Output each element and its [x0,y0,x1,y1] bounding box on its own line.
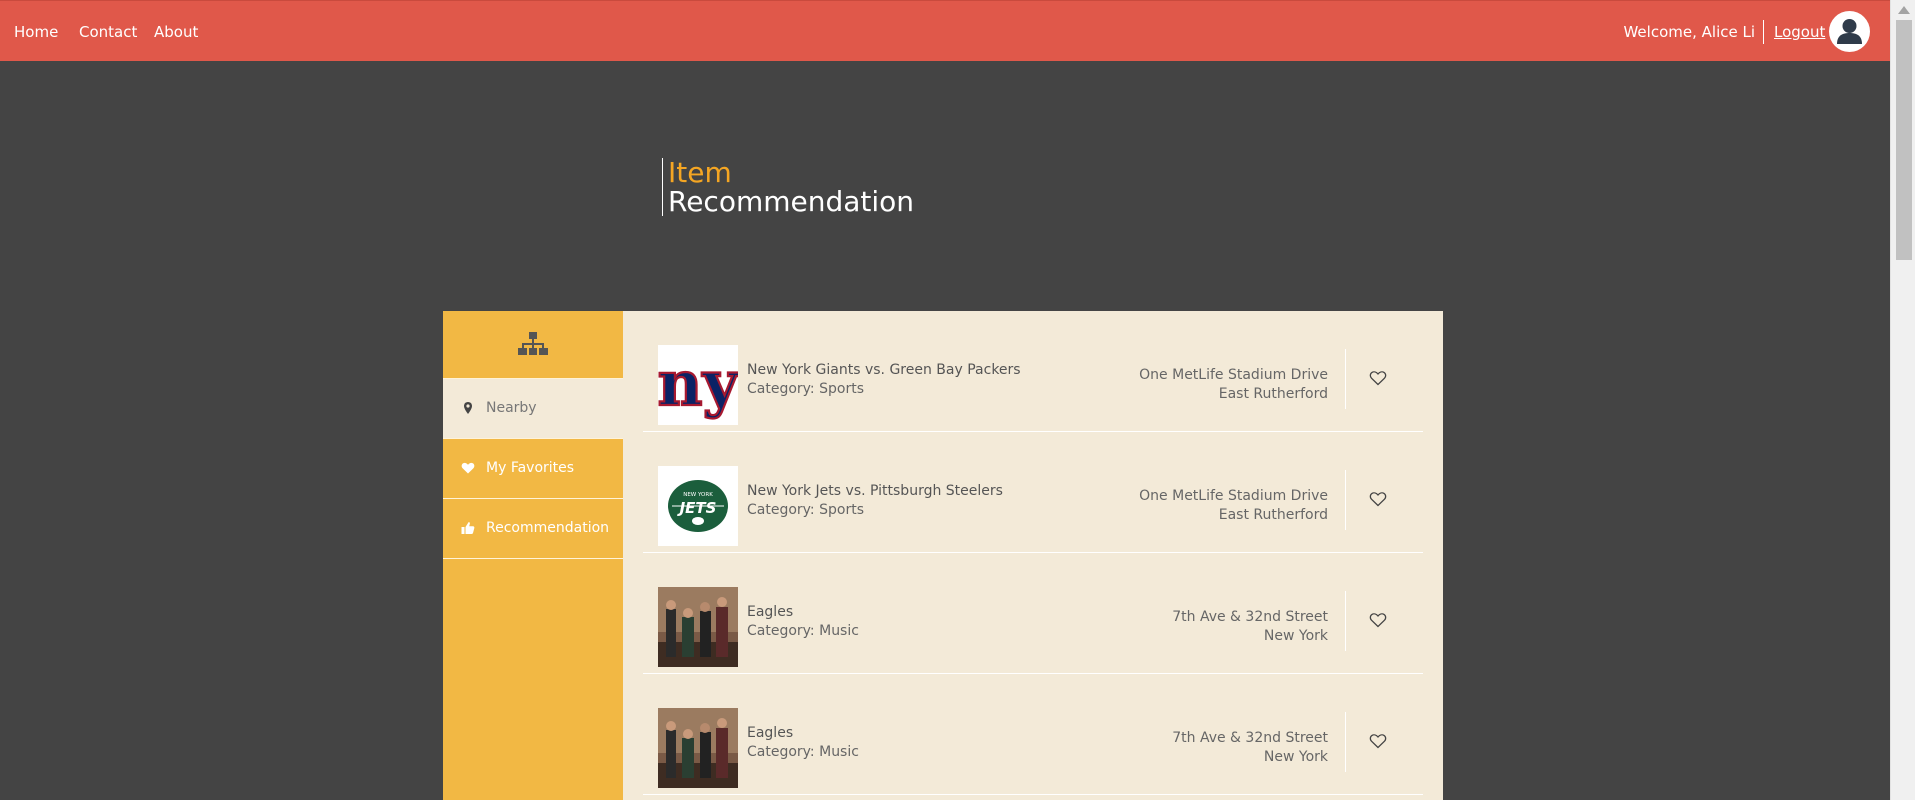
divider [1345,591,1346,651]
nav-link-home[interactable]: Home [14,23,58,41]
item-name[interactable]: Eagles [747,604,793,620]
svg-text:JETS: JETS [677,499,717,517]
page-scrollbar[interactable] [1890,0,1915,800]
top-nav-bar: Home Contact About Welcome, Alice Li Log… [0,0,1890,61]
scrollbar-thumb[interactable] [1896,20,1912,260]
sidebar-item-nearby[interactable]: Nearby [443,379,623,439]
heart-icon [461,462,475,474]
address-line-2: New York [1263,628,1328,644]
item-address: 7th Ave & 32nd Street New York [1172,608,1328,646]
favorite-heart-icon[interactable] [1369,369,1387,387]
scroll-up-arrow-icon[interactable] [1898,6,1910,14]
list-item: ny New York Giants vs. Green Bay Packers… [643,311,1423,432]
address-line-2: New York [1263,749,1328,765]
sidebar-item-label: Recommendation [486,520,610,536]
address-line-2: East Rutherford [1218,507,1328,523]
item-category: Category: Sports [747,502,864,518]
favorite-heart-icon[interactable] [1369,490,1387,508]
sitemap-icon [518,332,548,355]
sidebar-header [443,311,623,379]
sidebar-item-my-favorites[interactable]: My Favorites [443,439,623,499]
address-line-1: 7th Ave & 32nd Street [1172,609,1328,625]
address-line-2: East Rutherford [1218,386,1328,402]
favorite-heart-icon[interactable] [1369,611,1387,629]
welcome-message: Welcome, Alice Li [1623,23,1755,41]
user-avatar-icon[interactable] [1829,11,1870,52]
item-category: Category: Music [747,744,859,760]
item-category: Category: Sports [747,381,864,397]
page-title-accent: Item [668,156,732,189]
favorite-heart-icon[interactable] [1369,732,1387,750]
item-category: Category: Music [747,623,859,639]
map-marker-icon [464,402,472,414]
sidebar-item-label: My Favorites [486,460,575,476]
list-item: Eagles Category: Music 7th Ave & 32nd St… [643,553,1423,674]
item-name[interactable]: New York Giants vs. Green Bay Packers [747,362,1021,378]
divider [1345,470,1346,530]
sidebar-item-label: Nearby [486,400,537,416]
svg-text:ny: ny [658,347,738,420]
item-thumbnail-band-photo[interactable] [658,587,738,667]
logout-link[interactable]: Logout [1774,23,1825,41]
item-address: One MetLife Stadium Drive East Rutherfor… [1139,366,1328,404]
page-title: Item Recommendation [662,158,914,216]
item-name[interactable]: New York Jets vs. Pittsburgh Steelers [747,483,1003,499]
divider [1345,712,1346,772]
nav-link-about[interactable]: About [154,23,198,41]
thumbs-up-icon [461,522,475,534]
list-item: Eagles Category: Music 7th Ave & 32nd St… [643,674,1423,795]
item-address: One MetLife Stadium Drive East Rutherfor… [1139,487,1328,525]
item-thumbnail-band-photo[interactable] [658,708,738,788]
item-thumbnail-giants-logo[interactable]: ny [658,345,738,425]
nav-divider [1763,20,1764,44]
item-address: 7th Ave & 32nd Street New York [1172,729,1328,767]
item-list: ny New York Giants vs. Green Bay Packers… [623,311,1443,800]
svg-text:NEW YORK: NEW YORK [683,492,713,498]
sidebar-item-recommendation[interactable]: Recommendation [443,499,623,559]
list-item: NEW YORK JETS New York Jets vs. Pittsbur… [643,432,1423,553]
address-line-1: One MetLife Stadium Drive [1139,367,1328,383]
sidebar: Nearby My Favorites Recommendation [443,311,623,800]
page-title-main: Recommendation [668,185,915,218]
divider [1345,349,1346,409]
address-line-1: 7th Ave & 32nd Street [1172,730,1328,746]
address-line-1: One MetLife Stadium Drive [1139,488,1328,504]
item-thumbnail-jets-logo[interactable]: NEW YORK JETS [658,466,738,546]
item-name[interactable]: Eagles [747,725,793,741]
nav-link-contact[interactable]: Contact [79,23,137,41]
